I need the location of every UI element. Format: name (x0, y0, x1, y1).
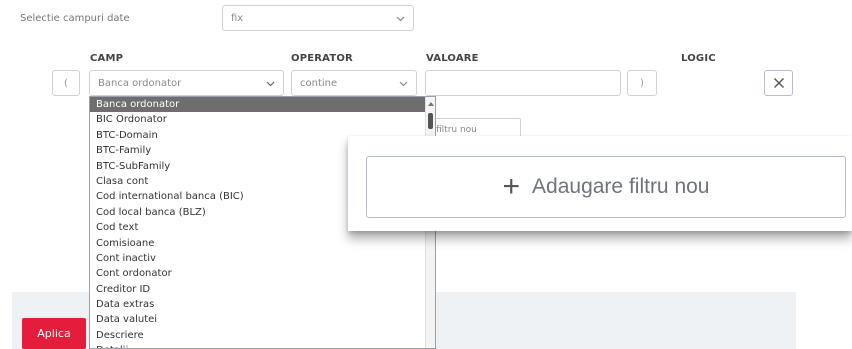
close-icon (773, 74, 785, 93)
add-filter-label-small: filtru nou (436, 125, 477, 135)
header-operator: OPERATOR (291, 53, 353, 64)
chevron-down-icon (266, 79, 275, 88)
dropdown-option[interactable]: Comisioane (90, 236, 435, 251)
valoare-input[interactable] (425, 70, 621, 96)
dropdown-option[interactable]: BIC Ordonator (90, 112, 435, 127)
scrollbar-thumb[interactable] (428, 113, 433, 129)
dropdown-option[interactable]: Detalii (90, 343, 435, 348)
add-filter-label: Adaugare filtru nou (532, 175, 710, 198)
remove-filter-button[interactable] (764, 70, 793, 96)
dropdown-option[interactable]: Data extras (90, 297, 435, 312)
plus-icon: + (502, 170, 521, 203)
chevron-down-icon (396, 14, 405, 23)
field-selection-value: fix (231, 12, 244, 24)
dropdown-option[interactable]: Cont inactiv (90, 251, 435, 266)
header-logic: LOGIC (681, 53, 716, 64)
operator-select-value: contine (300, 77, 338, 89)
camp-select[interactable]: Banca ordonator (89, 70, 284, 96)
field-selection-select[interactable]: fix (222, 5, 414, 31)
dropdown-option[interactable]: Banca ordonator (90, 97, 435, 113)
operator-select[interactable]: contine (291, 70, 417, 96)
dropdown-option[interactable]: Creditor ID (90, 282, 435, 297)
scroll-up-arrow-icon[interactable] (428, 102, 434, 106)
close-paren-button[interactable]: ) (627, 70, 657, 96)
chevron-down-icon (399, 79, 408, 88)
open-paren-button[interactable]: ( (52, 70, 80, 96)
field-selection-label: Selectie campuri date (20, 13, 130, 24)
camp-select-value: Banca ordonator (98, 77, 182, 89)
dropdown-option[interactable]: Cont ordonator (90, 266, 435, 281)
header-valoare: VALOARE (426, 53, 479, 64)
aplica-button[interactable]: Aplica (22, 318, 86, 349)
header-camp: CAMP (90, 53, 124, 64)
dropdown-option[interactable]: Data valutei (90, 312, 435, 327)
add-filter-button[interactable]: + Adaugare filtru nou (366, 156, 846, 218)
dropdown-option[interactable]: Descriere (90, 328, 435, 343)
